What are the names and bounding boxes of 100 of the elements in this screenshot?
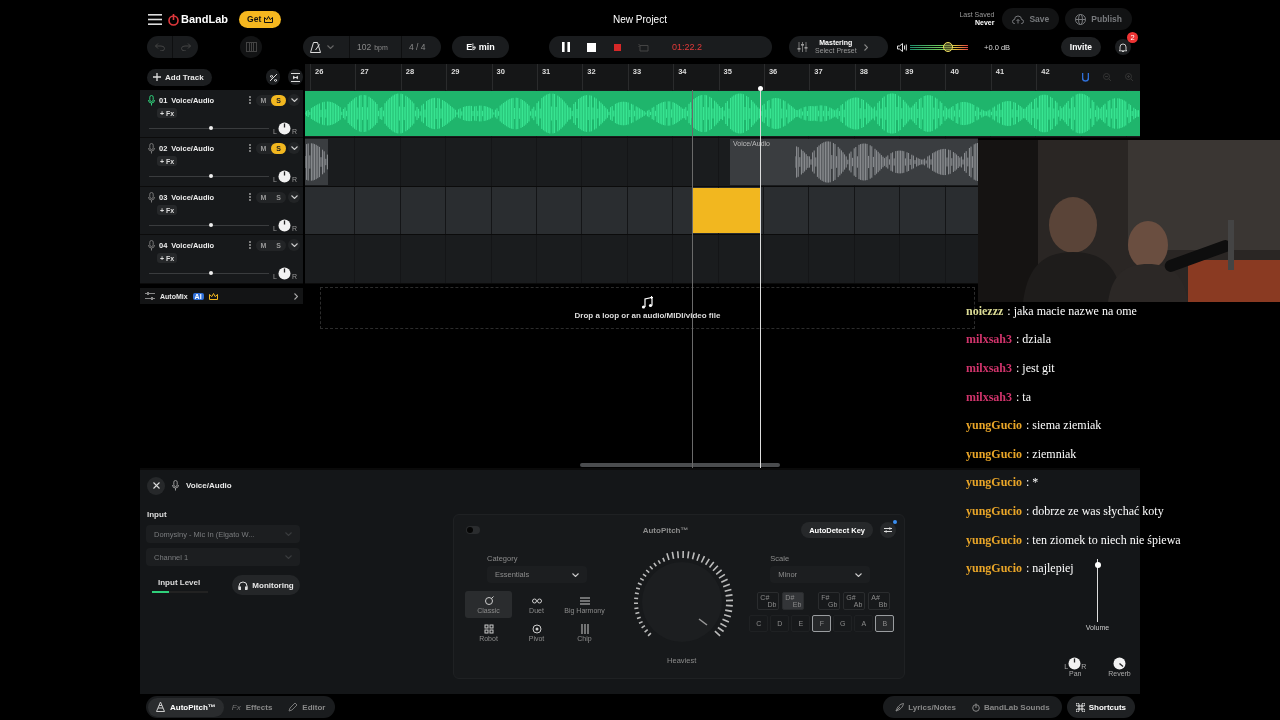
lines-icon <box>579 595 590 606</box>
metronome-icon <box>310 41 321 53</box>
logo-icon <box>168 12 179 26</box>
settings-button[interactable] <box>880 522 896 538</box>
ring-icon <box>531 623 542 634</box>
command-icon <box>1075 702 1085 712</box>
volume-slider[interactable] <box>149 174 269 178</box>
chat-username: milxsah3 <box>966 332 1012 348</box>
track-title: Voice/Audio <box>186 481 232 490</box>
pan-knob[interactable] <box>277 121 291 135</box>
bell-icon <box>1119 42 1127 52</box>
stop-icon[interactable] <box>587 42 596 52</box>
music-note-plus-icon <box>641 296 654 309</box>
sliders-icon <box>797 42 808 52</box>
chat-username: yungGucio <box>966 503 1022 519</box>
cone-icon <box>156 702 165 712</box>
chevron-down-icon <box>572 572 579 577</box>
globe-icon <box>1075 13 1087 25</box>
project-title: New Project <box>613 13 667 25</box>
piano-icon <box>245 42 257 52</box>
invite-button[interactable]: Invite <box>1060 37 1101 57</box>
expand-button[interactable] <box>288 191 300 203</box>
headphones-icon <box>238 580 249 590</box>
pan-knob[interactable] <box>277 218 291 232</box>
settings-icon <box>884 527 892 533</box>
tool-button[interactable] <box>288 69 303 85</box>
toggle-switch[interactable] <box>466 526 480 534</box>
chevron-down-icon <box>855 572 863 577</box>
magnet-icon[interactable] <box>1082 72 1089 82</box>
fader-thumb[interactable] <box>1094 562 1101 569</box>
chat-message: : jaka macie nazwe na ome <box>1007 303 1137 319</box>
slider-thumb[interactable] <box>209 126 214 130</box>
close-icon <box>152 482 160 489</box>
panel-tab[interactable]: AutoPitch™ <box>148 697 224 717</box>
tool-button[interactable] <box>265 69 281 85</box>
align-icon <box>291 72 301 82</box>
logo-icon <box>971 702 980 712</box>
fx-glyph: Fx <box>231 702 241 712</box>
monitoring-button[interactable]: Monitoring <box>232 575 300 595</box>
sounds-button[interactable]: BandLab Sounds <box>963 697 1058 717</box>
chevron-right-icon <box>294 292 298 300</box>
sliders-icon <box>579 623 590 634</box>
key-button[interactable]: E♭ min <box>452 36 509 58</box>
horizontal-scrollbar[interactable] <box>580 463 780 467</box>
pause-icon[interactable] <box>561 42 570 52</box>
add-track-button[interactable]: Add Track <box>147 68 212 86</box>
chat-username: yungGucio <box>966 418 1022 434</box>
master-volume-slider[interactable] <box>910 42 968 52</box>
microphone-icon <box>172 480 179 491</box>
chat-message: : siema ziemiak <box>1026 418 1102 434</box>
chevron-down-icon <box>290 146 298 150</box>
pan-knob[interactable] <box>1068 657 1082 670</box>
slider-thumb[interactable] <box>209 223 214 227</box>
lyrics-button[interactable]: Lyrics/Notes <box>887 697 964 717</box>
chat-message: : ta <box>1016 389 1031 405</box>
pan-knob[interactable] <box>277 169 291 183</box>
volume-slider[interactable] <box>149 223 269 227</box>
speaker-icon[interactable] <box>897 42 907 52</box>
slider-thumb[interactable] <box>942 42 953 52</box>
pan-knob[interactable] <box>277 266 291 280</box>
chat-message: : dziala <box>1016 332 1051 348</box>
circle-icon <box>483 595 494 606</box>
expand-button[interactable] <box>288 142 300 154</box>
chevron-down-icon <box>327 45 334 49</box>
slider-thumb[interactable] <box>209 174 214 178</box>
chat-message: : ziemniak <box>1026 446 1077 462</box>
glasses-icon <box>531 595 542 606</box>
volume-slider[interactable] <box>149 126 269 130</box>
panel-tab[interactable]: Fx Effects <box>223 697 281 717</box>
chevron-down-icon <box>290 98 298 102</box>
chat-message: : * <box>1026 475 1039 491</box>
reverb-knob[interactable] <box>1112 657 1126 670</box>
chevron-down-icon <box>290 243 298 247</box>
volume-slider[interactable] <box>149 271 269 275</box>
crown-icon <box>264 15 274 23</box>
chat-message: : jest git <box>1016 361 1055 376</box>
pencil-icon <box>288 702 298 712</box>
chat-message: : dobrze ze was słychać koty <box>1026 503 1164 519</box>
chat-username: noiezzz <box>966 303 1004 319</box>
shortcuts-button[interactable]: Shortcuts <box>1066 696 1135 718</box>
chevron-right-icon <box>863 43 868 51</box>
sliders-icon <box>145 292 155 300</box>
plus-icon <box>153 73 161 81</box>
get-button[interactable]: Get <box>239 10 282 28</box>
section-label: Input <box>147 510 168 519</box>
panel-tab[interactable]: Editor <box>280 697 334 717</box>
record-icon[interactable] <box>614 43 621 51</box>
notifications-button[interactable] <box>1115 39 1131 55</box>
expand-button[interactable] <box>288 94 300 106</box>
close-button[interactable] <box>147 476 165 495</box>
chat-message: : ten ziomek to niech nie śpiewa <box>1026 532 1181 548</box>
slider-thumb[interactable] <box>209 271 214 275</box>
grid-icon <box>483 623 494 634</box>
input-level-label: Input Level <box>158 577 202 587</box>
chevron-down-icon <box>290 195 298 199</box>
drop-hint: Drop a loop or an audio/MIDI/video file <box>574 311 721 320</box>
playback-time: 01:22.2 <box>672 42 703 52</box>
menu-icon[interactable] <box>148 13 162 25</box>
expand-button[interactable] <box>288 239 300 251</box>
app-logo: BandLab <box>181 13 229 25</box>
